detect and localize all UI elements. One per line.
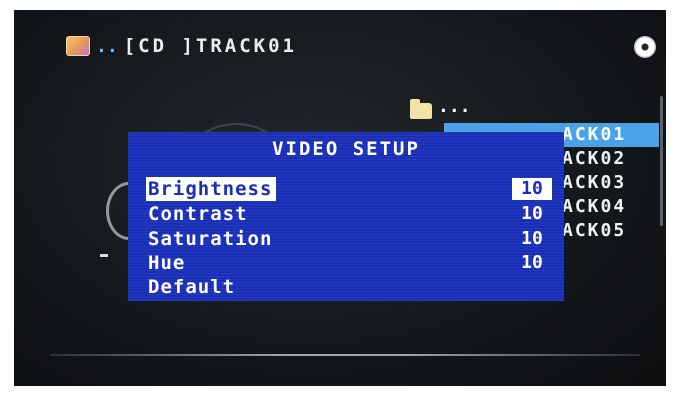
folder-icon[interactable] [410, 99, 432, 119]
source-title: [CD ]TRACK01 [123, 35, 297, 57]
contrast-value[interactable]: 10 [512, 203, 552, 225]
dash-marker [100, 254, 108, 257]
saturation-value[interactable]: 10 [512, 228, 552, 250]
hue-option[interactable]: Hue [148, 251, 185, 275]
default-option[interactable]: Default [148, 275, 235, 299]
list-scrollbar[interactable] [660, 96, 663, 226]
path-prefix: .. [96, 35, 118, 57]
track-item-3[interactable]: ACK03 [559, 171, 659, 195]
saturation-option[interactable]: Saturation [148, 227, 272, 251]
brightness-value[interactable]: 10 [512, 178, 552, 200]
contrast-option[interactable]: Contrast [148, 202, 248, 226]
track-item-1[interactable]: ACK01 [559, 123, 659, 147]
track-item-4[interactable]: ACK04 [559, 195, 659, 219]
hue-value[interactable]: 10 [512, 252, 552, 274]
track-item-2[interactable]: ACK02 [559, 147, 659, 171]
parent-folder-label[interactable]: ... [438, 96, 471, 117]
media-folder-icon [66, 36, 90, 56]
track-item-5[interactable]: ACK05 [559, 219, 659, 243]
track-list: ACK01 ACK02 ACK03 ACK04 ACK05 [559, 123, 659, 243]
video-setup-dialog: VIDEO SETUP Brightness 10 Contrast 10 Sa… [128, 132, 564, 301]
source-bar: .. [CD ]TRACK01 [66, 34, 297, 58]
tv-screen: .. [CD ]TRACK01 ... ACK01 ACK02 ACK03 AC… [14, 10, 666, 386]
bottom-divider [50, 354, 640, 356]
brightness-option[interactable]: Brightness [146, 177, 277, 201]
disc-icon [634, 36, 656, 58]
dialog-title: VIDEO SETUP [272, 138, 420, 160]
